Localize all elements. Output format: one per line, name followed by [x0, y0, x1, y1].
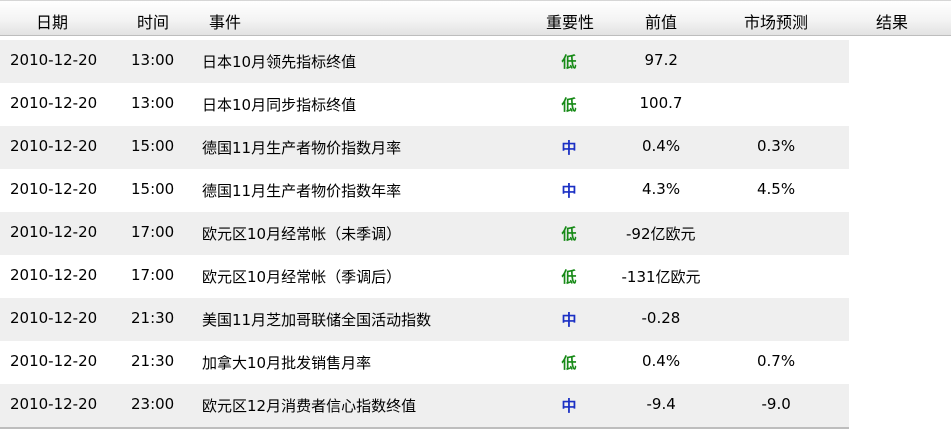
cell-date: 2010-12-20: [10, 309, 98, 327]
table-row[interactable]: 2010-12-20 13:00 日本10月同步指标终值 低 100.7: [0, 83, 849, 126]
cell-previous: 0.4%: [642, 137, 681, 155]
cell-event: 日本10月同步指标终值: [202, 96, 357, 114]
cell-event: 加拿大10月批发销售月率: [202, 354, 372, 372]
cell-previous: 100.7: [639, 94, 683, 112]
cell-importance: 低: [561, 354, 577, 372]
cell-forecast: 4.5%: [757, 180, 796, 198]
cell-previous: -131亿欧元: [621, 268, 701, 286]
cell-date: 2010-12-20: [10, 51, 98, 69]
table-row[interactable]: 2010-12-20 17:00 欧元区10月经常帐（季调后） 低 -131亿欧元: [0, 255, 849, 298]
cell-time: 17:00: [131, 223, 175, 241]
column-header-result[interactable]: 结果: [876, 9, 908, 33]
economic-calendar-table: 日期 时间 事件 重要性 前值 市场预测 结果 2010-12-20 13:00 日…: [0, 0, 951, 429]
cell-date: 2010-12-20: [10, 223, 98, 241]
cell-time: 13:00: [131, 51, 175, 69]
cell-importance: 中: [561, 311, 577, 329]
table-row[interactable]: 2010-12-20 23:00 欧元区12月消费者信心指数终值 中 -9.4 -9.0: [0, 384, 849, 427]
cell-importance: 中: [561, 397, 577, 415]
table-header: 日期 时间 事件 重要性 前值 市场预测 结果: [0, 0, 951, 36]
cell-importance: 低: [561, 225, 577, 243]
table-body: 2010-12-20 13:00 日本10月领先指标终值低 97.2 2010-12-2…: [0, 40, 851, 427]
cell-previous: 97.2: [644, 51, 678, 69]
table-row[interactable]: 2010-12-20 21:30 美国11月芝加哥联储全国活动指数 中 -0.28: [0, 298, 849, 341]
cell-event: 日本10月领先指标终值: [202, 53, 357, 71]
cell-date: 2010-12-20: [10, 137, 98, 155]
cell-date: 2010-12-20: [10, 395, 98, 413]
cell-date: 2010-12-20: [10, 180, 98, 198]
cell-previous: -9.4: [646, 395, 676, 413]
column-header-importance[interactable]: 重要性: [546, 9, 594, 33]
cell-event: 德国11月生产者物价指数月率: [202, 139, 402, 157]
cell-previous: -0.28: [641, 309, 681, 327]
cell-date: 2010-12-20: [10, 266, 98, 284]
table-row[interactable]: 2010-12-20 15:00 德国11月生产者物价指数年率 中 4.3% 4.5%: [0, 169, 849, 212]
cell-previous: 4.3%: [642, 180, 681, 198]
cell-forecast: 0.7%: [757, 352, 796, 370]
column-header-forecast[interactable]: 市场预测: [744, 9, 808, 33]
table-row[interactable]: 2010-12-20 21:30 加拿大10月批发销售月率 低 0.4% 0.7%: [0, 341, 849, 384]
cell-time: 15:00: [131, 137, 175, 155]
cell-importance: 中: [561, 182, 577, 200]
column-header-event[interactable]: 事件: [209, 9, 241, 33]
cell-importance: 低: [561, 96, 577, 114]
table-bottom-divider: [0, 427, 849, 429]
cell-time: 13:00: [131, 94, 175, 112]
cell-importance: 低: [561, 53, 577, 71]
cell-time: 21:30: [131, 309, 175, 327]
cell-time: 15:00: [131, 180, 175, 198]
cell-previous: 0.4%: [642, 352, 681, 370]
cell-importance: 低: [561, 268, 577, 286]
cell-time: 21:30: [131, 352, 175, 370]
cell-date: 2010-12-20: [10, 352, 98, 370]
cell-date: 2010-12-20: [10, 94, 98, 112]
table-row[interactable]: 2010-12-20 17:00 欧元区10月经常帐（未季调） 低 -92亿欧元: [0, 212, 849, 255]
cell-event: 欧元区10月经常帐（未季调）: [202, 225, 402, 243]
cell-event: 德国11月生产者物价指数年率: [202, 182, 402, 200]
cell-forecast: -9.0: [761, 395, 791, 413]
cell-time: 17:00: [131, 266, 175, 284]
column-header-date[interactable]: 日期: [36, 9, 68, 33]
cell-event: 欧元区12月消费者信心指数终值: [202, 397, 417, 415]
cell-event: 美国11月芝加哥联储全国活动指数: [202, 311, 432, 329]
column-header-time[interactable]: 时间: [137, 9, 169, 33]
cell-previous: -92亿欧元: [626, 225, 696, 243]
cell-time: 23:00: [131, 395, 175, 413]
table-row[interactable]: 2010-12-20 15:00 德国11月生产者物价指数月率 中 0.4% 0.3%: [0, 126, 849, 169]
cell-importance: 中: [561, 139, 577, 157]
column-header-previous[interactable]: 前值: [645, 9, 677, 33]
cell-event: 欧元区10月经常帐（季调后）: [202, 268, 402, 286]
cell-forecast: 0.3%: [757, 137, 796, 155]
table-row[interactable]: 2010-12-20 13:00 日本10月领先指标终值 低 97.2: [0, 40, 849, 83]
